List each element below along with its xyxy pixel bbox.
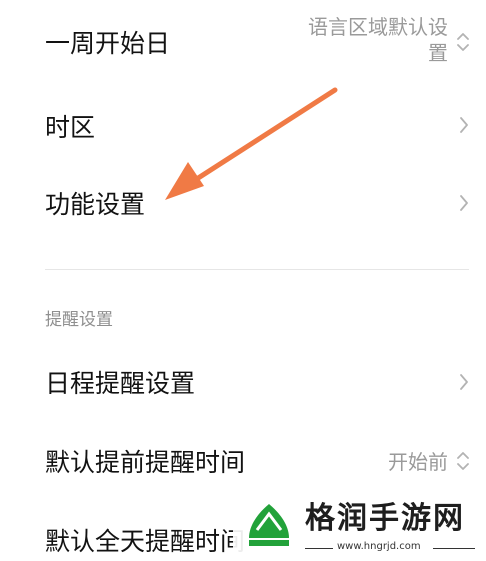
chevron-right-icon: [460, 374, 468, 390]
week-start-value: 语言区域默认设 置: [278, 14, 448, 66]
watermark-title: 格润手游网: [305, 501, 465, 536]
time-zone-row[interactable]: 时区: [0, 90, 486, 168]
default-all-day-reminder-label: 默认全天提醒时间: [45, 527, 246, 556]
watermark-rule-right: [433, 548, 475, 549]
time-zone-label: 时区: [45, 113, 96, 142]
up-down-chevron-icon: [457, 452, 469, 470]
reminder-settings-header: 提醒设置: [45, 310, 113, 330]
leaf-logo-icon: [249, 504, 289, 546]
week-start-row[interactable]: 一周开始日 语言区域默认设 置: [0, 0, 486, 90]
chevron-right-icon: [460, 195, 468, 211]
default-advance-reminder-value: 开始前: [388, 450, 448, 474]
watermark-rule-left: [305, 548, 333, 549]
week-start-value-line2: 置: [428, 41, 448, 65]
default-advance-reminder-row[interactable]: 默认提前提醒时间 开始前: [0, 422, 486, 502]
schedule-reminder-label: 日程提醒设置: [45, 369, 196, 398]
week-start-label: 一周开始日: [45, 29, 171, 58]
section-divider: [45, 269, 469, 270]
feature-settings-row[interactable]: 功能设置: [0, 168, 486, 244]
watermark: 格润手游网 www.hngrjd.com: [233, 494, 486, 561]
chevron-right-icon: [460, 117, 468, 133]
up-down-chevron-icon: [457, 33, 469, 51]
schedule-reminder-row[interactable]: 日程提醒设置: [0, 346, 486, 422]
watermark-domain: www.hngrjd.com: [337, 541, 421, 552]
feature-settings-label: 功能设置: [45, 190, 146, 219]
week-start-value-line1: 语言区域默认设: [308, 15, 448, 39]
default-advance-reminder-label: 默认提前提醒时间: [45, 448, 246, 477]
